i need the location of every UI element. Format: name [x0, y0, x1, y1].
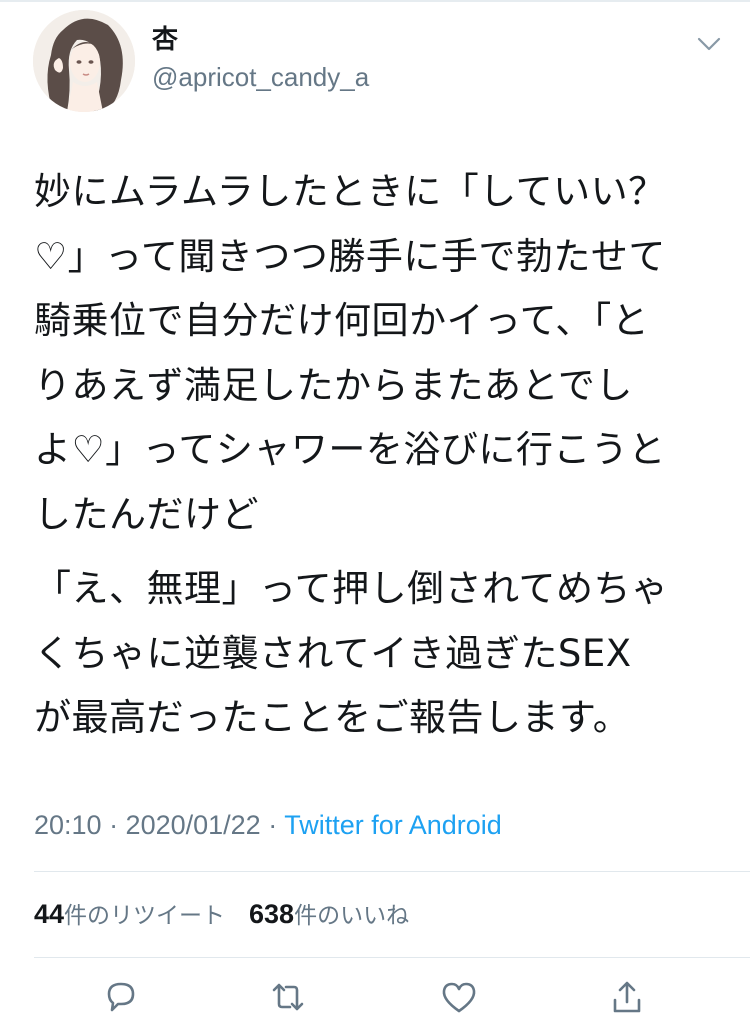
tweet-text: 妙にムラムラしたときに「していい？ ♡」って聞きつつ勝手に手で勃たせて 騎乗位で… — [34, 160, 724, 751]
reply-icon[interactable] — [101, 978, 141, 1015]
top-divider — [0, 0, 750, 2]
retweet-icon[interactable] — [268, 978, 308, 1015]
tweet-meta: 20:10 · 2020/01/22 · Twitter for Android — [34, 808, 502, 842]
divider — [34, 957, 750, 958]
tweet-line: よ♡」ってシャワーを浴びに行こうと — [34, 428, 666, 471]
tweet-line: 「え、無理」って押し倒されてめちゃ — [34, 567, 669, 610]
chevron-down-icon[interactable] — [694, 32, 724, 56]
like-count: 638 — [249, 899, 295, 929]
tweet-line: 妙にムラムラしたときに「していい？ — [34, 170, 666, 213]
tweet-line: が最高だったことをご報告します。 — [34, 696, 631, 739]
engagement-stats: 44件のリツイート 638件のいいね — [34, 897, 409, 933]
avatar[interactable] — [33, 10, 135, 112]
tweet-line: ♡」って聞きつつ勝手に手で勃たせて — [34, 234, 666, 278]
tweet-line: くちゃに逆襲されてイき過ぎたSEX — [34, 631, 632, 675]
timestamp[interactable]: 20:10 · 2020/01/22 — [34, 810, 261, 840]
heart-icon[interactable] — [439, 978, 479, 1015]
divider — [34, 871, 750, 872]
source-link[interactable]: Twitter for Android — [284, 810, 502, 840]
tweet-line: 騎乗位で自分だけ何回かイって、「と — [34, 299, 650, 342]
meta-separator: · — [260, 810, 285, 840]
tweet-line: りあえず満足したからまたあとでし — [34, 363, 633, 407]
user-handle[interactable]: @apricot_candy_a — [152, 60, 369, 94]
retweets-stat[interactable]: 44件のリツイート — [34, 899, 226, 929]
like-label: 件のいいね — [294, 903, 410, 929]
tweet-line: したんだけど — [34, 492, 259, 536]
avatar-illustration — [33, 10, 135, 112]
likes-stat[interactable]: 638件のいいね — [249, 899, 410, 929]
display-name[interactable]: 杏 — [152, 24, 178, 56]
share-icon[interactable] — [607, 978, 647, 1015]
tweet-detail-page: 杏 @apricot_candy_a 妙にムラムラしたときに「していい？ ♡」っ… — [0, 0, 750, 1015]
retweet-count: 44 — [34, 899, 65, 929]
tweet-paragraph-2: 「え、無理」って押し倒されてめちゃ くちゃに逆襲されてイき過ぎたSEX が最高だ… — [34, 557, 724, 751]
retweet-label: 件のリツイート — [64, 903, 226, 929]
tweet-paragraph-1: 妙にムラムラしたときに「していい？ ♡」って聞きつつ勝手に手で勃たせて 騎乗位で… — [34, 160, 724, 547]
